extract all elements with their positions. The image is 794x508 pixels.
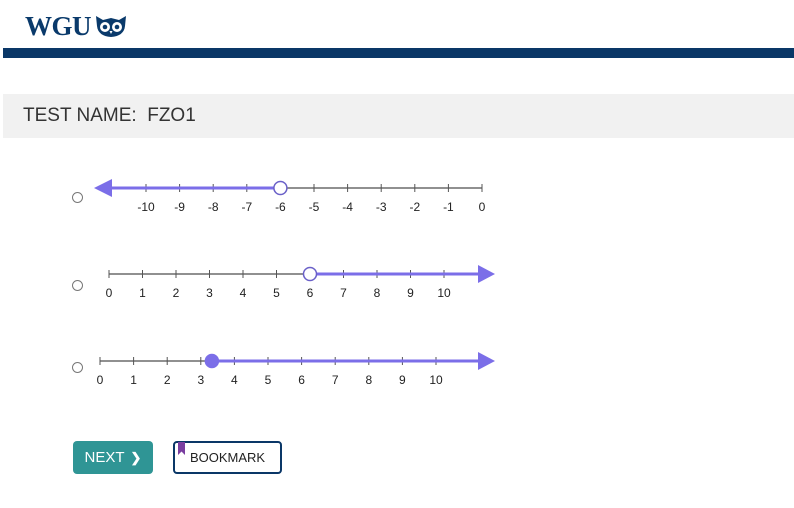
- tick-label: 3: [206, 286, 213, 300]
- ray-arrow: [94, 179, 112, 197]
- owl-icon: [96, 16, 126, 37]
- tick-label: -3: [376, 200, 387, 214]
- bookmark-button[interactable]: BOOKMARK: [173, 441, 282, 474]
- test-name-bar: TEST NAME: FZO1: [3, 94, 794, 138]
- tick-label: 0: [97, 373, 104, 387]
- tick-label: -4: [342, 200, 353, 214]
- tick-label: 7: [340, 286, 347, 300]
- answer-radio-2[interactable]: [72, 280, 83, 291]
- closed-endpoint: [204, 353, 220, 369]
- bookmark-icon: [178, 442, 185, 455]
- tick-label: 2: [164, 373, 171, 387]
- tick-label: 9: [399, 373, 406, 387]
- next-button[interactable]: NEXT ❯: [73, 441, 153, 474]
- ray-arrow: [478, 265, 495, 283]
- ray-arrow: [478, 352, 495, 370]
- tick-label: 4: [240, 286, 247, 300]
- number-line-2: 0 1 2 3 4 5 6 7 8 9 10: [106, 265, 495, 300]
- tick-label: 2: [173, 286, 180, 300]
- tick-label: 3: [197, 373, 204, 387]
- tick-label: 5: [273, 286, 280, 300]
- tick-label: 6: [307, 286, 314, 300]
- tick-label: -1: [443, 200, 454, 214]
- tick-label: 1: [139, 286, 146, 300]
- next-button-label: NEXT: [84, 449, 125, 466]
- number-line-3: 0 1 2 3 4 5 6 7 8 9 10: [97, 352, 495, 387]
- tick-label: 5: [265, 373, 272, 387]
- tick-label: 6: [298, 373, 305, 387]
- answer-radio-1[interactable]: [72, 192, 83, 203]
- tick-label: 1: [130, 373, 137, 387]
- tick-label: -2: [409, 200, 420, 214]
- tick-label: -8: [208, 200, 219, 214]
- tick-label: 10: [429, 373, 443, 387]
- tick-label: 9: [407, 286, 414, 300]
- open-endpoint: [273, 180, 288, 196]
- tick-label: 0: [106, 286, 113, 300]
- tick-label: 7: [332, 373, 339, 387]
- tick-label: 0: [479, 200, 486, 214]
- tick-label: 8: [374, 286, 381, 300]
- wgu-logo: WGU: [25, 10, 128, 41]
- tick-label: -7: [241, 200, 252, 214]
- number-line-1: -10 -9 -8 -7 -6 -5 -4 -3 -2 -1 0: [94, 179, 486, 214]
- tick-label: -5: [309, 200, 320, 214]
- tick-label: -9: [174, 200, 185, 214]
- tick-label: 8: [365, 373, 372, 387]
- tick-label: -10: [137, 200, 155, 214]
- header-bar: [3, 48, 794, 58]
- bookmark-button-label: BOOKMARK: [189, 450, 266, 465]
- open-endpoint: [302, 266, 318, 282]
- chevron-right-icon: ❯: [130, 449, 142, 465]
- tick-label: 4: [231, 373, 238, 387]
- logo-text: WGU: [25, 10, 92, 41]
- tick-label: -6: [275, 200, 286, 214]
- tick-label: 10: [437, 286, 451, 300]
- test-name-label: TEST NAME: FZO1: [23, 105, 196, 126]
- answer-radio-3[interactable]: [72, 362, 83, 373]
